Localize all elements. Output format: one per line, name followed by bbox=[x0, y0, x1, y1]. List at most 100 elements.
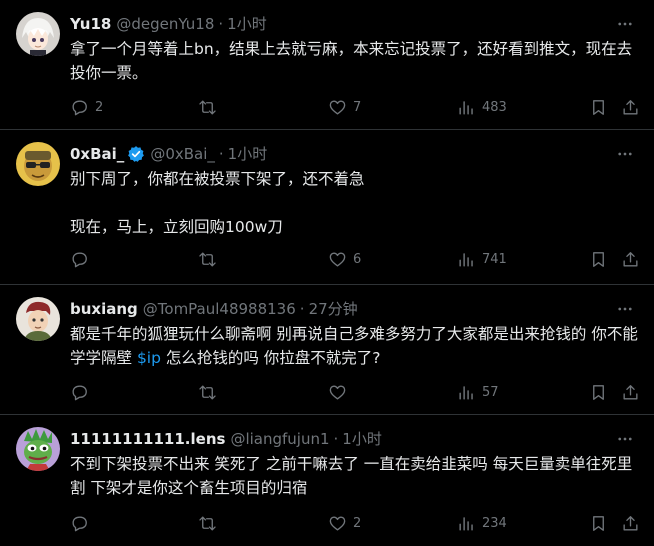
views-icon bbox=[459, 516, 473, 531]
share-icon bbox=[623, 515, 638, 531]
like-count: 6 bbox=[353, 251, 362, 267]
like-icon bbox=[329, 99, 346, 115]
action-bar: 6 741 bbox=[70, 248, 640, 270]
like-button[interactable]: 6 bbox=[328, 248, 361, 270]
bookmark-button[interactable] bbox=[589, 248, 608, 270]
more-icon[interactable] bbox=[612, 428, 638, 450]
view-count: 483 bbox=[482, 99, 507, 115]
views-button[interactable]: 57 bbox=[457, 381, 499, 403]
cashtag-link[interactable]: $ip bbox=[137, 349, 161, 367]
avatar[interactable] bbox=[16, 142, 60, 186]
anime-avatar-icon bbox=[16, 12, 60, 56]
tweet-header: Yu18 @degenYu18 · 1小时 bbox=[70, 13, 598, 35]
share-button[interactable] bbox=[621, 96, 640, 118]
retweet-button[interactable] bbox=[198, 381, 223, 403]
bookmark-icon bbox=[593, 251, 604, 267]
share-icon bbox=[623, 384, 638, 400]
separator-dot: · bbox=[218, 15, 224, 33]
tweet[interactable]: buxiang @TomPaul48988136 · 27分钟 都是千年的狐狸玩… bbox=[0, 285, 654, 415]
separator-dot: · bbox=[333, 430, 339, 448]
user-handle[interactable]: @0xBai_ bbox=[150, 144, 215, 164]
avatar[interactable] bbox=[16, 427, 60, 471]
user-handle[interactable]: @TomPaul48988136 bbox=[143, 299, 296, 319]
share-icon bbox=[623, 251, 638, 267]
display-name[interactable]: 11111111111.lens bbox=[70, 429, 225, 449]
like-button[interactable] bbox=[328, 381, 353, 403]
bookmark-icon bbox=[593, 384, 604, 400]
bookmark-button[interactable] bbox=[589, 96, 608, 118]
user-handle[interactable]: @degenYu18 bbox=[116, 14, 214, 34]
separator-dot: · bbox=[299, 300, 305, 318]
timestamp[interactable]: 1小时 bbox=[227, 14, 267, 34]
tweet-text: 拿了一个月等着上bn，结果上去就亏麻，本来忘记投票了，还好看到推文，现在去投你一… bbox=[70, 37, 638, 85]
retweet-icon bbox=[199, 251, 216, 267]
view-count: 57 bbox=[482, 384, 499, 400]
tweet[interactable]: 11111111111.lens @liangfujun1 · 1小时 不到下架… bbox=[0, 415, 654, 546]
display-name[interactable]: 0xBai_ bbox=[70, 144, 124, 164]
share-button[interactable] bbox=[621, 248, 640, 270]
reply-button[interactable] bbox=[70, 512, 95, 534]
bookmark-button[interactable] bbox=[589, 381, 608, 403]
tweet[interactable]: 0xBai_ @0xBai_ · 1小时 别下周了，你都在被投票下架了，还不着急… bbox=[0, 130, 654, 285]
verified-badge-icon bbox=[127, 145, 145, 163]
share-button[interactable] bbox=[621, 512, 640, 534]
views-icon bbox=[459, 252, 473, 267]
reply-button[interactable] bbox=[70, 248, 95, 270]
tweet-header: 0xBai_ @0xBai_ · 1小时 bbox=[70, 143, 598, 165]
views-icon bbox=[459, 385, 473, 400]
tweet-text: 都是千年的狐狸玩什么聊斋啊 别再说自己多难多努力了大家都是出来抢钱的 你不能学学… bbox=[70, 322, 638, 370]
display-name[interactable]: buxiang bbox=[70, 299, 138, 319]
bookmark-icon bbox=[593, 515, 604, 531]
reply-icon bbox=[72, 384, 87, 400]
retweet-button[interactable] bbox=[198, 96, 223, 118]
views-button[interactable]: 483 bbox=[457, 96, 507, 118]
more-icon[interactable] bbox=[612, 298, 638, 320]
tweet-text-content: 不到下架投票不出来 笑死了 之前干嘛去了 一直在卖给韭菜吗 每天巨量卖单往死里割… bbox=[70, 455, 633, 497]
share-icon bbox=[623, 99, 638, 115]
view-count: 234 bbox=[482, 515, 507, 531]
avatar[interactable] bbox=[16, 12, 60, 56]
reply-button[interactable] bbox=[70, 381, 95, 403]
like-icon bbox=[329, 515, 346, 531]
tweet-text-after: 怎么抢钱的吗 你拉盘不就完了? bbox=[160, 349, 381, 367]
retweet-icon bbox=[199, 515, 216, 531]
reply-button[interactable]: 2 bbox=[70, 96, 103, 118]
reply-icon bbox=[72, 99, 87, 115]
action-bar: 57 bbox=[70, 381, 640, 403]
tweet-header: 11111111111.lens @liangfujun1 · 1小时 bbox=[70, 428, 598, 450]
character-avatar-icon bbox=[16, 297, 60, 341]
timeline-feed: Yu18 @degenYu18 · 1小时 拿了一个月等着上bn，结果上去就亏麻… bbox=[0, 0, 654, 546]
retweet-button[interactable] bbox=[198, 248, 223, 270]
share-button[interactable] bbox=[621, 381, 640, 403]
view-count: 741 bbox=[482, 251, 507, 267]
timestamp[interactable]: 1小时 bbox=[342, 429, 382, 449]
tweet-text: 别下周了，你都在被投票下架了，还不着急 现在，马上，立刻回购100w刀 bbox=[70, 167, 638, 239]
tweet-header: buxiang @TomPaul48988136 · 27分钟 bbox=[70, 298, 598, 320]
like-count: 2 bbox=[353, 515, 362, 531]
display-name[interactable]: Yu18 bbox=[70, 14, 111, 34]
like-count: 7 bbox=[353, 99, 362, 115]
reply-count: 2 bbox=[95, 99, 104, 115]
user-handle[interactable]: @liangfujun1 bbox=[230, 429, 329, 449]
views-icon bbox=[459, 100, 473, 115]
avatar[interactable] bbox=[16, 297, 60, 341]
reply-icon bbox=[72, 515, 87, 531]
timestamp[interactable]: 1小时 bbox=[228, 144, 268, 164]
tweet[interactable]: Yu18 @degenYu18 · 1小时 拿了一个月等着上bn，结果上去就亏麻… bbox=[0, 0, 654, 130]
bookmark-button[interactable] bbox=[589, 512, 608, 534]
retweet-icon bbox=[199, 384, 216, 400]
cartoon-avatar-icon bbox=[16, 142, 60, 186]
more-icon[interactable] bbox=[612, 13, 638, 35]
tweet-text: 不到下架投票不出来 笑死了 之前干嘛去了 一直在卖给韭菜吗 每天巨量卖单往死里割… bbox=[70, 452, 638, 500]
separator-dot: · bbox=[218, 145, 224, 163]
retweet-button[interactable] bbox=[198, 512, 223, 534]
reply-icon bbox=[72, 251, 87, 267]
views-button[interactable]: 741 bbox=[457, 248, 507, 270]
like-button[interactable]: 7 bbox=[328, 96, 361, 118]
like-button[interactable]: 2 bbox=[328, 512, 361, 534]
timestamp[interactable]: 27分钟 bbox=[309, 299, 358, 319]
views-button[interactable]: 234 bbox=[457, 512, 507, 534]
retweet-icon bbox=[199, 99, 216, 115]
action-bar: 2 234 bbox=[70, 512, 640, 534]
more-icon[interactable] bbox=[612, 143, 638, 165]
